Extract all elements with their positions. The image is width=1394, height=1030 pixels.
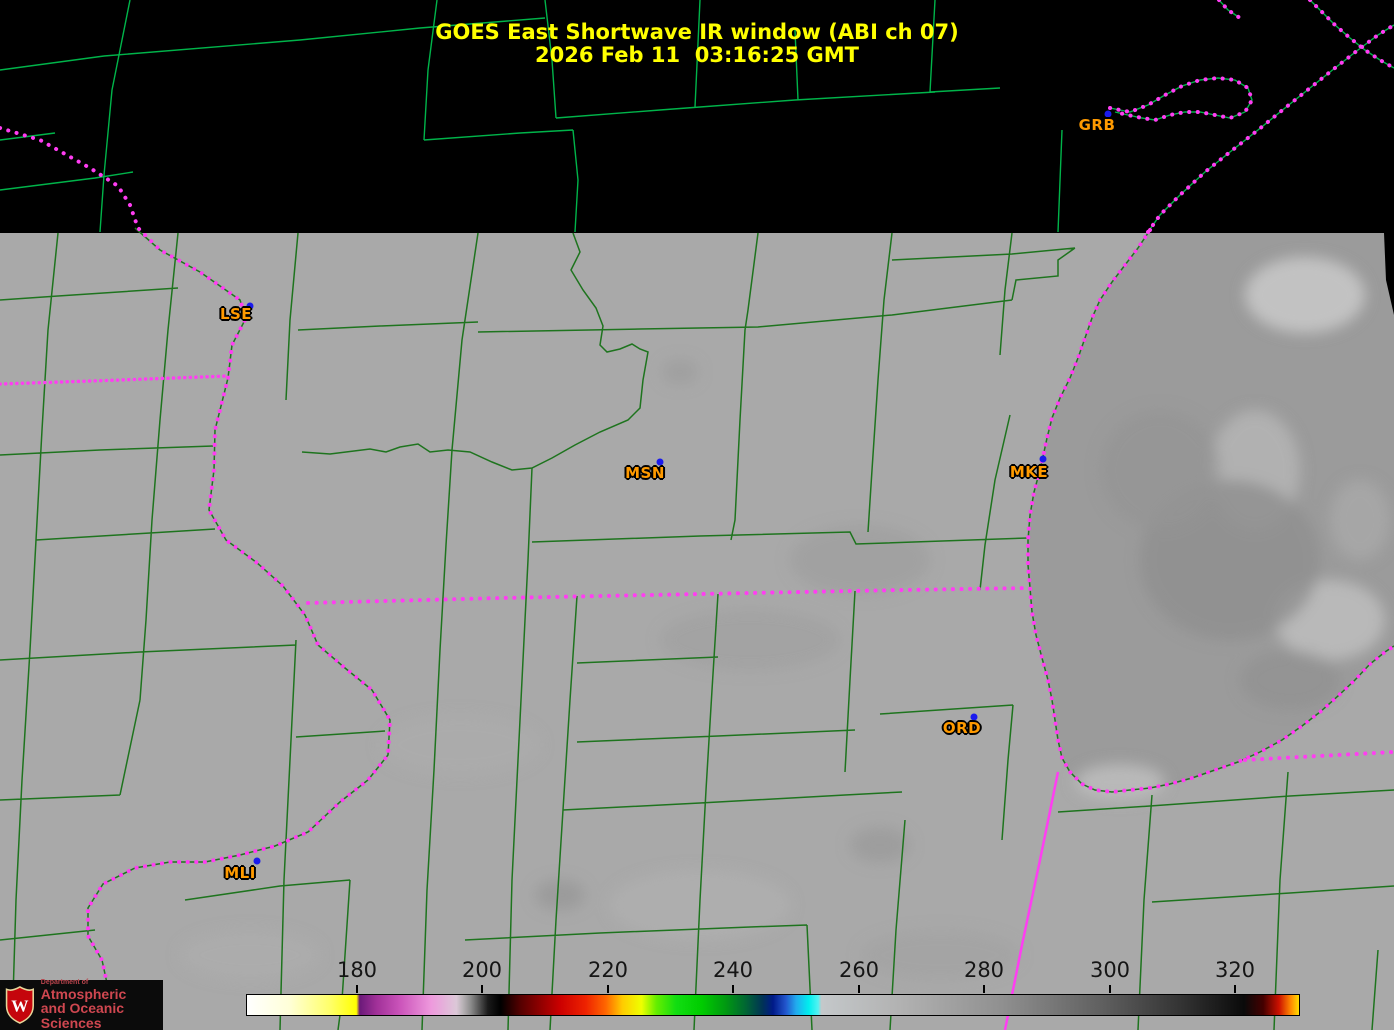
colorbar-tick-label: 300 [1089,958,1131,982]
colorbar-tick [1234,985,1236,993]
station-label-grb: GRB [1078,116,1116,134]
colorbar-tick [858,985,860,993]
logo-text: Department of Atmospheric and Oceanic Sc… [41,979,163,1030]
uw-aos-logo: W Department of Atmospheric and Oceanic … [0,979,163,1030]
station-label-ord: ORD [942,719,982,737]
station-label-lse: LSE [219,305,253,323]
temperature-colorbar [246,994,1300,1016]
station-label-mke: MKE [1009,463,1049,481]
image-timestamp: 2026 Feb 11 03:16:25 GMT [535,43,859,67]
colorbar-tick [983,985,985,993]
uw-monogram: W [11,996,28,1015]
station-label-mli: MLI [224,864,256,882]
logo-name-line1: Atmospheric [40,985,127,1002]
image-title: GOES East Shortwave IR window (ABI ch 07… [435,20,959,44]
colorbar-tick [481,985,483,993]
colorbar-tick-label: 240 [712,958,754,982]
colorbar-tick-label: 200 [461,958,503,982]
colorbar-tick [732,985,734,993]
colorbar-tick-label: 180 [336,958,378,982]
colorbar-tick [1109,985,1111,993]
logo-name-line2: and Oceanic Sciences [40,1000,125,1030]
colorbar-tick-label: 280 [963,958,1005,982]
colorbar-tick [356,985,358,993]
satellite-map [0,0,1394,1030]
colorbar-tick [607,985,609,993]
colorbar-tick-label: 320 [1214,958,1256,982]
colorbar-tick-label: 260 [838,958,880,982]
colorbar-tick-label: 220 [587,958,629,982]
station-label-msn: MSN [625,464,665,482]
satellite-image-viewport: GOES East Shortwave IR window (ABI ch 07… [0,0,1394,1030]
uw-crest-icon: W [5,986,34,1024]
station-dot-mke [1039,455,1047,463]
